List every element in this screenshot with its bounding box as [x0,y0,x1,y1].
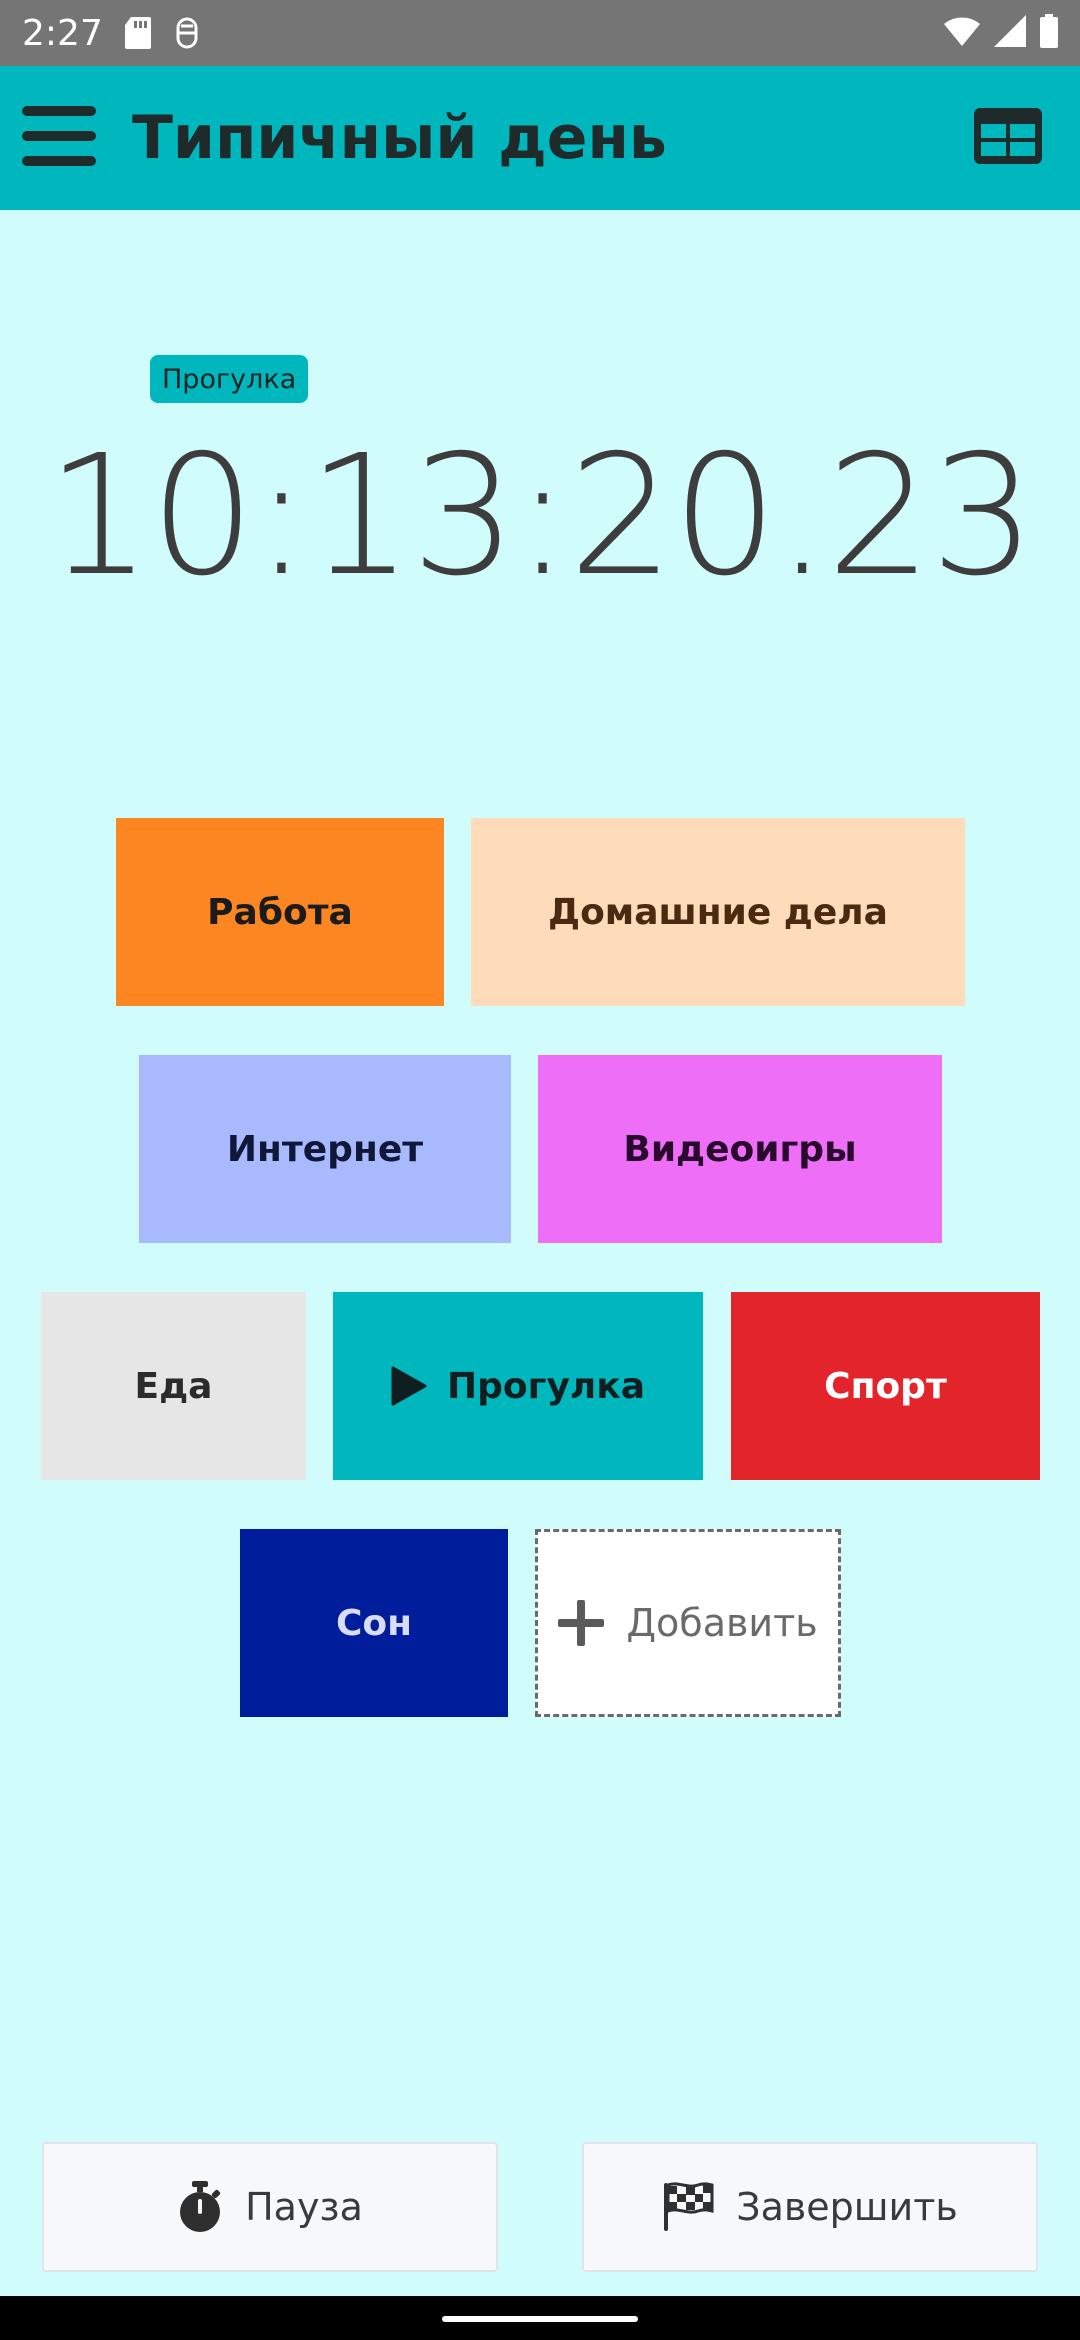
activity-label: Еда [134,1365,213,1407]
page-title: Типичный день [132,103,667,173]
pause-button[interactable]: Пауза [42,2142,498,2272]
pause-label: Пауза [245,2185,363,2229]
hamburger-menu-icon [22,104,96,173]
activity-tile-work[interactable]: Работа [116,818,444,1006]
activity-tile-internet[interactable]: Интернет [139,1055,511,1243]
play-icon [391,1366,427,1406]
checkered-flag-icon [662,2181,714,2233]
activity-tile-videogames[interactable]: Видеоигры [538,1055,942,1243]
sd-card-icon [124,17,151,49]
status-time: 2:27 [22,12,103,54]
current-activity-badge: Прогулка [150,355,309,403]
activity-label: Работа [207,891,353,933]
finish-button[interactable]: Завершить [582,2142,1038,2272]
table-view-button[interactable] [970,100,1046,176]
add-label: Добавить [626,1601,818,1645]
wifi-icon [944,16,980,51]
menu-button[interactable] [14,93,104,183]
activity-label: Интернет [226,1128,424,1170]
activity-tile-housework[interactable]: Домашние дела [471,818,965,1006]
stopwatch-icon [177,2181,223,2233]
activity-label: Прогулка [447,1365,645,1407]
home-gesture-handle[interactable] [442,2316,638,2322]
activity-tile-sport[interactable]: Спорт [731,1292,1040,1480]
activity-label: Видеоигры [623,1128,857,1170]
activity-label: Спорт [824,1365,947,1407]
activity-tile-sleep[interactable]: Сон [240,1529,508,1717]
activity-label: Домашние дела [548,891,888,933]
finish-label: Завершить [736,2185,958,2229]
activity-tile-walk[interactable]: Прогулка [333,1292,703,1480]
activity-tile-food[interactable]: Еда [41,1292,306,1480]
elapsed-timer: 10:13:20.23 [46,420,1036,613]
app-screen: 2:27 Типичный день Прогулка 10:13:20.23 … [0,0,1080,2340]
plus-icon [558,1600,605,1646]
cell-signal-icon [994,14,1026,52]
debug-icon [173,17,201,49]
battery-icon [1040,13,1058,53]
activity-label: Сон [335,1602,413,1644]
add-activity-button[interactable]: Добавить [535,1529,841,1717]
system-nav-bar [0,2296,1080,2340]
status-bar: 2:27 [0,0,1080,66]
app-bar: Типичный день [0,66,1080,210]
table-view-icon [974,107,1042,169]
